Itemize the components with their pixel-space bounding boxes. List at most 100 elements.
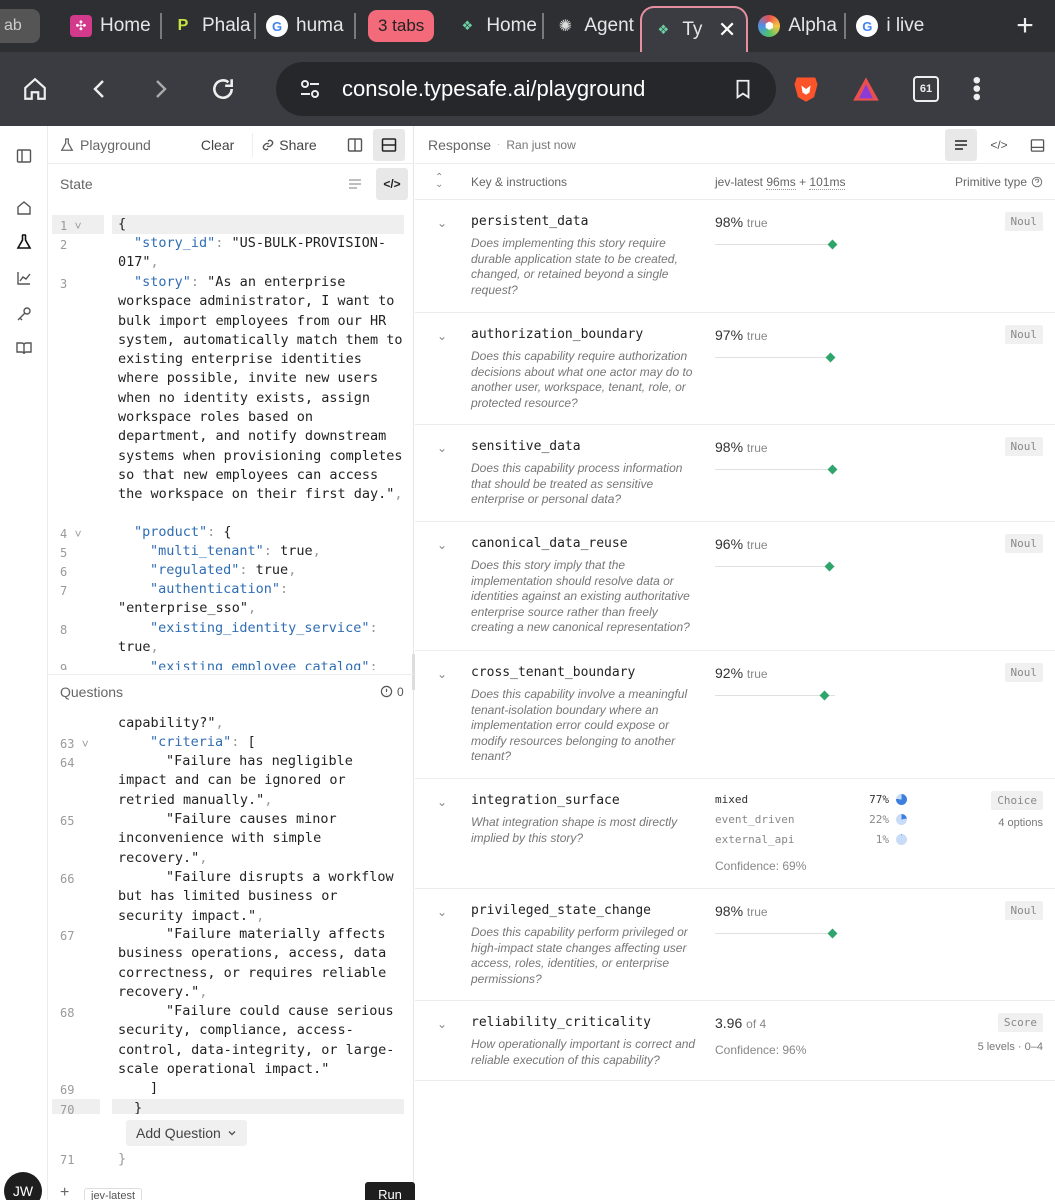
- sidebar-item-keys[interactable]: [14, 304, 34, 324]
- browser-tab[interactable]: ✣ Home: [60, 8, 160, 44]
- alert-circle-icon: [380, 685, 393, 698]
- state-editor[interactable]: 1 ˅ {2 "story_id": "US-BULK-PROVISION-017"…: [48, 212, 414, 670]
- response-row[interactable]: ⌄ persistent_data Does implementing this s…: [415, 200, 1055, 313]
- timing: 96ms: [766, 174, 796, 190]
- clear-button[interactable]: Clear: [201, 137, 234, 153]
- browser-tab[interactable]: ⬢ Alpha: [748, 8, 844, 44]
- sidebar-item-home[interactable]: [14, 198, 34, 218]
- format-text-button[interactable]: [344, 173, 366, 195]
- confidence-percent: 98%: [715, 439, 744, 455]
- chevron-down-icon[interactable]: ⌄: [437, 216, 447, 230]
- column-header-type: Primitive type: [955, 175, 1043, 189]
- sidebar-item-analytics[interactable]: [14, 268, 34, 288]
- confidence-track: [715, 928, 838, 939]
- brave-lion-icon: [794, 77, 818, 102]
- code-line: "Failure disrupts a workflow but has lim…: [118, 869, 402, 924]
- response-row[interactable]: ⌄ canonical_data_reuse Does this story imp…: [415, 522, 1055, 651]
- reload-icon: [213, 79, 233, 100]
- split-rows-button[interactable]: [372, 128, 405, 161]
- confidence-marker: [824, 561, 835, 572]
- reload-button[interactable]: [190, 76, 256, 102]
- confidence-marker: [827, 464, 838, 475]
- menu-button[interactable]: •••: [956, 76, 996, 101]
- confidence-marker: [819, 690, 830, 701]
- tab-switcher-button[interactable]: 61: [896, 76, 956, 102]
- tab-title: Home: [486, 15, 537, 36]
- add-model-icon[interactable]: +: [60, 1184, 69, 1200]
- chevron-down-icon[interactable]: ⌄: [437, 667, 447, 681]
- add-question-label: Add Question: [136, 1125, 221, 1141]
- sidebar-toggle[interactable]: [14, 146, 34, 166]
- new-tab-button[interactable]: +: [995, 9, 1055, 43]
- tab-group-chip[interactable]: 3 tabs: [368, 10, 435, 42]
- row-key: sensitive_data: [471, 439, 581, 454]
- browser-tab[interactable]: ❖ Home: [446, 8, 542, 44]
- book-icon: [16, 342, 32, 355]
- model-select[interactable]: jev-latest: [84, 1188, 143, 1200]
- text-view-button[interactable]: [945, 129, 977, 161]
- brave-shields-button[interactable]: [776, 74, 836, 104]
- confidence-track: [715, 690, 835, 701]
- sidebar-item-playground[interactable]: [14, 232, 34, 252]
- line-number: 70: [60, 1103, 75, 1114]
- browser-tab[interactable]: ✺ Agent: [544, 8, 640, 44]
- response-row[interactable]: ⌄ sensitive_data Does this capability proc…: [415, 425, 1055, 522]
- panel-bottom-button[interactable]: [1021, 129, 1053, 161]
- page-title: Playground: [80, 136, 151, 153]
- browser-tab[interactable]: ab: [0, 9, 40, 43]
- browser-tab[interactable]: G huma: [256, 8, 354, 44]
- response-row-reliability[interactable]: ⌄ reliability_criticality How operationa…: [415, 1001, 1055, 1081]
- browser-tab-bar: ab ✣ Home P Phala G huma 3 tabs ❖ Home ✺…: [0, 0, 1055, 52]
- close-tab-icon[interactable]: ✕: [718, 17, 736, 43]
- chevron-down-icon[interactable]: ⌄: [437, 905, 447, 919]
- confidence-track: [715, 239, 838, 250]
- row-value: 92% true: [715, 665, 768, 681]
- kebab-menu-icon: •••: [963, 76, 990, 102]
- alpha-icon: ⬢: [758, 15, 781, 37]
- chevron-down-icon[interactable]: ⌄: [437, 538, 447, 552]
- home-button[interactable]: [0, 76, 70, 102]
- rewards-button[interactable]: [836, 76, 896, 102]
- forward-button[interactable]: [130, 77, 190, 101]
- add-question-button[interactable]: Add Question: [126, 1120, 247, 1146]
- response-row[interactable]: ⌄ authorization_boundary Does this capabil…: [415, 313, 1055, 425]
- share-button[interactable]: Share: [252, 132, 324, 157]
- code-line: "existing_identity_service": true,: [118, 620, 386, 656]
- questions-editor[interactable]: capability?", 63 ˅ "criteria": [64 "Failure…: [48, 714, 414, 1114]
- choice-option: external_api 1%: [715, 833, 907, 851]
- browser-tab[interactable]: P Phala: [162, 8, 254, 44]
- sort-icon[interactable]: ⌃ ⌄: [435, 173, 443, 190]
- code-view-button[interactable]: </>: [983, 129, 1015, 161]
- confidence-percent: 96%: [715, 536, 744, 552]
- chevron-down-icon[interactable]: ⌄: [437, 795, 447, 809]
- code-line: {: [118, 216, 127, 232]
- line-number: 3: [60, 277, 68, 291]
- google-icon: G: [856, 15, 879, 37]
- response-row-privileged[interactable]: ⌄ privileged_state_change Does this capa…: [415, 889, 1055, 1001]
- avatar[interactable]: JW: [4, 1172, 42, 1200]
- back-button[interactable]: [70, 77, 130, 101]
- browser-tab-active[interactable]: ❖ Ty ✕: [640, 6, 749, 52]
- chevron-down-icon[interactable]: ⌄: [437, 329, 447, 343]
- url-bar[interactable]: console.typesafe.ai/playground: [276, 62, 776, 116]
- sidebar-item-docs[interactable]: [14, 338, 34, 358]
- typesafe-icon: ❖: [657, 22, 670, 37]
- tab-title: Ty: [682, 19, 703, 40]
- type-badge: Noul: [1004, 212, 1043, 231]
- line-number: 64: [60, 756, 75, 770]
- chevron-down-icon[interactable]: ⌄: [437, 441, 447, 455]
- boolean-value: true: [746, 538, 768, 552]
- line-number: 63 ˅: [60, 737, 89, 751]
- browser-tab[interactable]: G i live: [846, 8, 944, 44]
- response-row-integration[interactable]: ⌄ integration_surface What integration s…: [415, 779, 1055, 889]
- run-button[interactable]: Run: [365, 1182, 415, 1200]
- chevron-left-icon: [93, 80, 104, 98]
- response-row[interactable]: ⌄ cross_tenant_boundary Does this capabili…: [415, 651, 1055, 779]
- code-view-button[interactable]: </>: [376, 168, 408, 200]
- closing-line: 71 }: [48, 1150, 414, 1172]
- split-columns-button[interactable]: [341, 131, 369, 159]
- chevron-down-icon[interactable]: ⌄: [437, 1017, 447, 1031]
- confidence-marker: [827, 928, 838, 939]
- code-line: }: [118, 1151, 127, 1167]
- row-description: How operationally important is correct a…: [471, 1037, 696, 1067]
